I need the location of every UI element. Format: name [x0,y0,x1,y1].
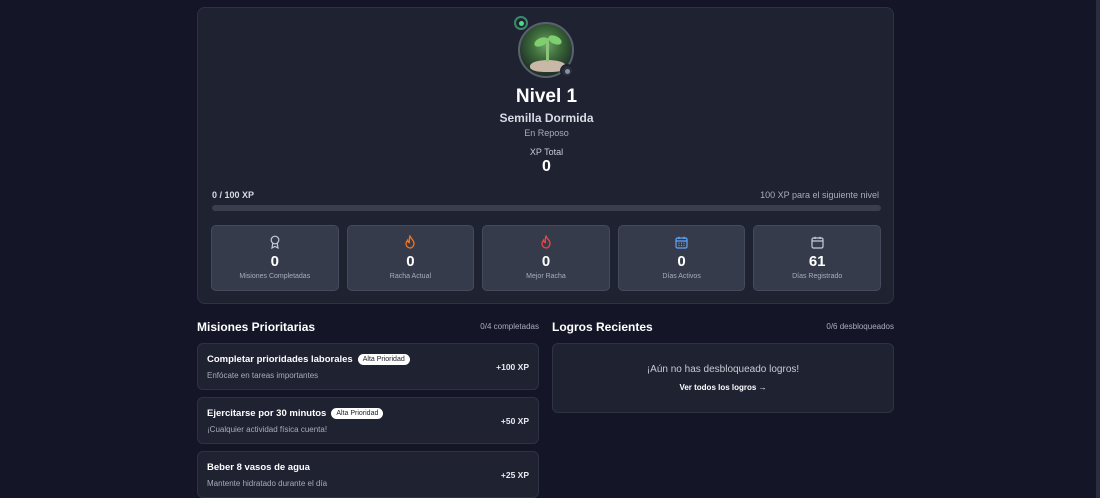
stat-label: Misiones Completadas [239,273,311,280]
mission-card[interactable]: Beber 8 vasos de agua Mantente hidratado… [197,451,539,498]
missions-completed-count: 0/4 completadas [480,322,539,331]
achievements-empty-text: ¡Aún no has desbloqueado logros! [646,364,800,375]
calendar-icon [619,235,745,249]
stat-value: 61 [808,253,826,270]
mission-title-row: Beber 8 vasos de agua [207,462,310,473]
calendar-icon [754,235,880,249]
stat-value: 0 [270,253,279,270]
mission-xp: +50 XP [500,416,529,426]
mission-title: Ejercitarse por 30 minutos [207,408,327,419]
xp-total-value: 0 [542,158,551,175]
priority-badge: Alta Prioridad [331,408,384,419]
stat-current-streak: 0 Racha Actual [346,225,475,291]
stat-label: Días Registrado [792,273,843,280]
mission-title: Beber 8 vasos de agua [207,462,310,473]
mission-card[interactable]: Completar prioridades laborales Alta Pri… [197,343,539,390]
mission-card[interactable]: Ejercitarse por 30 minutos Alta Priorida… [197,397,539,444]
level-state: En Reposo [524,128,569,138]
avatar-leaf [546,33,564,47]
stat-label: Racha Actual [389,273,432,280]
achievements-card: ¡Aún no has desbloqueado logros! Ver tod… [552,343,894,413]
achievements-section-title: Logros Recientes [552,320,653,334]
stats-row: 0 Misiones Completadas 0 Racha Actual 0 … [211,225,881,291]
level-title: Nivel 1 [515,86,578,107]
award-icon [212,235,338,249]
xp-total-label: XP Total [529,147,564,157]
mission-title-row: Completar prioridades laborales Alta Pri… [207,354,410,365]
mission-subtitle: Enfócate en tareas importantes [207,371,319,380]
progress-text: 0 / 100 XP [212,190,255,200]
state-indicator-icon [560,64,574,78]
stat-value: 0 [677,253,686,270]
xp-progress-bar [212,205,881,211]
mission-xp: +100 XP [496,362,529,372]
profile-card: Nivel 1 Semilla Dormida En Reposo XP Tot… [197,7,894,304]
stat-registered-days: 61 Días Registrado [753,225,881,291]
level-name: Semilla Dormida [499,111,594,125]
achievements-unlocked-count: 0/6 desbloqueados [826,322,894,331]
mission-title-row: Ejercitarse por 30 minutos Alta Priorida… [207,408,384,419]
stat-label: Mejor Racha [526,273,566,280]
stat-label: Días Activos [662,273,701,280]
stat-value: 0 [406,253,415,270]
stat-best-streak: 0 Mejor Racha [482,225,610,291]
mission-title: Completar prioridades laborales [207,354,353,365]
stat-value: 0 [541,253,551,270]
flame-icon [348,235,474,249]
stat-active-days: 0 Días Activos [617,225,746,291]
stat-missions-completed: 0 Misiones Completadas [211,225,339,291]
online-status-icon [514,16,528,30]
mission-xp: +25 XP [500,470,529,480]
missions-section-title: Misiones Prioritarias [197,320,316,334]
mission-subtitle: ¡Cualquier actividad física cuenta! [207,425,328,434]
next-level-text: 100 XP para el siguiente nivel [760,190,879,200]
priority-badge: Alta Prioridad [357,354,410,365]
view-all-achievements-link[interactable]: Ver todos los logros → [553,383,893,392]
window-edge [1096,0,1100,498]
flame-icon [483,235,609,249]
mission-subtitle: Mantente hidratado durante el día [207,479,328,488]
avatar-wrap [514,16,574,78]
